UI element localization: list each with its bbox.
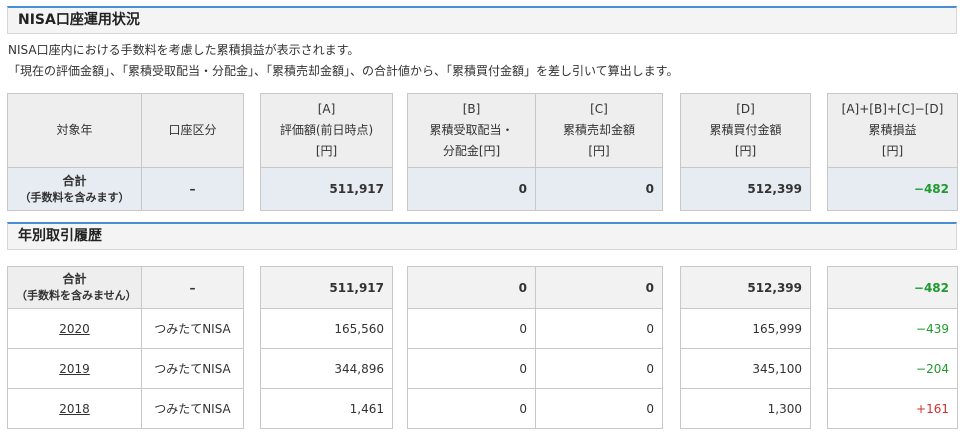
status-table-label-block: 対象年 口座区分 合計 （手数料を含みます） – — [7, 93, 244, 211]
history-row-year[interactable]: 2020 — [7, 308, 142, 349]
history-row-b: 0 — [407, 308, 536, 349]
history-row-year[interactable]: 2019 — [7, 348, 142, 389]
header-account-type: 口座区分 — [141, 93, 244, 168]
history-table-bc-block: 0 0 0 0 0 0 0 0 — [407, 266, 663, 429]
description-line-2: 「現在の評価金額」、「累積受取配当・分配金」、「累積売却金額」、の合計値から、「… — [8, 64, 679, 78]
history-total-label: 合計 （手数料を含みません） — [7, 266, 142, 309]
history-row-c: 0 — [535, 388, 663, 429]
history-row-pl: +161 — [827, 388, 958, 429]
summary-pl-value: −482 — [827, 167, 958, 211]
header-year: 対象年 — [7, 93, 142, 168]
history-total-pl: −482 — [827, 266, 958, 309]
history-row-account: つみたてNISA — [141, 308, 244, 349]
history-row-d: 165,999 — [680, 308, 811, 349]
history-total-account: – — [141, 266, 244, 309]
summary-label: 合計 （手数料を含みます） — [7, 167, 142, 211]
history-table-label-block: 合計 （手数料を含みません） – 2020 つみたてNISA 2019 つみたてN… — [7, 266, 244, 429]
history-row-c: 0 — [535, 308, 663, 349]
history-row-account: つみたてNISA — [141, 348, 244, 389]
description-line-1: NISA口座内における手数料を考慮した累積損益が表示されます。 — [8, 43, 360, 57]
history-row-c: 0 — [535, 348, 663, 389]
history-row-a: 1,461 — [260, 388, 393, 429]
year-link-2020[interactable]: 2020 — [59, 322, 90, 336]
summary-c-value: 0 — [535, 167, 663, 211]
history-table-pl-block: −482 −439 −204 +161 — [827, 266, 958, 429]
status-table-bc-block: [B] 累積受取配当・ 分配金[円] [C] 累積売却金額 [円] 0 0 — [407, 93, 663, 211]
history-row-a: 344,896 — [260, 348, 393, 389]
header-c: [C] 累積売却金額 [円] — [535, 93, 663, 168]
history-total-a: 511,917 — [260, 266, 393, 309]
summary-account: – — [141, 167, 244, 211]
history-row-account: つみたてNISA — [141, 388, 244, 429]
header-b: [B] 累積受取配当・ 分配金[円] — [407, 93, 536, 168]
status-table-d-block: [D] 累積買付金額 [円] 512,399 — [680, 93, 811, 211]
history-row-d: 345,100 — [680, 348, 811, 389]
status-table-pl-block: [A]+[B]+[C]−[D] 累積損益 [円] −482 — [827, 93, 958, 211]
history-total-d: 512,399 — [680, 266, 811, 309]
history-row-a: 165,560 — [260, 308, 393, 349]
history-row-pl: −204 — [827, 348, 958, 389]
header-d: [D] 累積買付金額 [円] — [680, 93, 811, 168]
summary-d-value: 512,399 — [680, 167, 811, 211]
summary-b-value: 0 — [407, 167, 536, 211]
history-total-c: 0 — [535, 266, 663, 309]
year-link-2018[interactable]: 2018 — [59, 402, 90, 416]
history-table-a-block: 511,917 165,560 344,896 1,461 — [260, 266, 393, 429]
section-title-yearly-history: 年別取引履歴 — [7, 222, 957, 250]
history-row-d: 1,300 — [680, 388, 811, 429]
history-table-d-block: 512,399 165,999 345,100 1,300 — [680, 266, 811, 429]
history-row-b: 0 — [407, 348, 536, 389]
summary-a-value: 511,917 — [260, 167, 393, 211]
header-pl: [A]+[B]+[C]−[D] 累積損益 [円] — [827, 93, 958, 168]
history-total-b: 0 — [407, 266, 536, 309]
history-row-b: 0 — [407, 388, 536, 429]
section-title-nisa-status: NISA口座運用状況 — [7, 6, 957, 34]
header-a: [A] 評価額(前日時点) [円] — [260, 93, 393, 168]
status-table-a-block: [A] 評価額(前日時点) [円] 511,917 — [260, 93, 393, 211]
year-link-2019[interactable]: 2019 — [59, 362, 90, 376]
history-row-year[interactable]: 2018 — [7, 388, 142, 429]
history-row-pl: −439 — [827, 308, 958, 349]
